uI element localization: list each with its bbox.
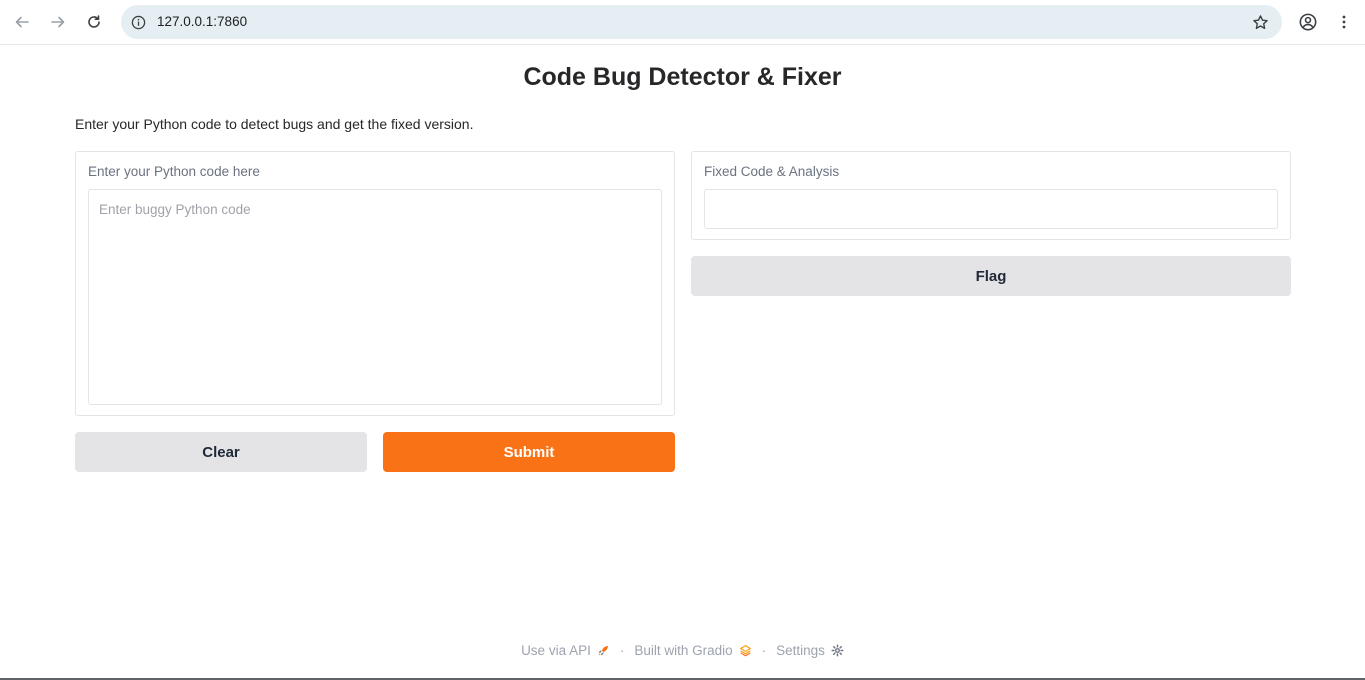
built-with-gradio-label: Built with Gradio (634, 643, 733, 658)
page-title: Code Bug Detector & Fixer (523, 63, 842, 91)
bookmark-star-icon[interactable] (1250, 12, 1270, 32)
built-with-gradio-link[interactable]: Built with Gradio (634, 643, 751, 658)
account-icon (1299, 13, 1317, 31)
gear-icon (831, 644, 844, 657)
forward-button[interactable] (44, 8, 72, 36)
back-button[interactable] (8, 8, 36, 36)
output-label: Fixed Code & Analysis (704, 164, 840, 179)
arrow-left-icon (15, 16, 29, 28)
profile-button[interactable] (1294, 8, 1322, 36)
footer-separator: · (619, 643, 625, 658)
code-input-textarea[interactable]: Enter buggy Python code (88, 189, 662, 405)
gradio-logo-icon (739, 645, 751, 657)
rocket-icon (598, 646, 608, 656)
use-via-api-link[interactable]: Use via API (521, 643, 610, 658)
url-text: 127.0.0.1:7860 (157, 14, 248, 29)
address-bar[interactable]: 127.0.0.1:7860 (121, 5, 1282, 39)
browser-toolbar: 127.0.0.1:7860 (0, 0, 1365, 45)
use-via-api-label: Use via API (521, 643, 591, 658)
settings-label: Settings (776, 643, 825, 658)
app-description: Enter your Python code to detect bugs an… (75, 116, 474, 132)
reload-button[interactable] (80, 8, 108, 36)
submit-button[interactable]: Submit (383, 432, 675, 472)
code-input-label: Enter your Python code here (88, 164, 260, 179)
arrow-right-icon (51, 16, 65, 28)
output-textbox[interactable] (704, 189, 1278, 229)
code-input-placeholder: Enter buggy Python code (99, 202, 251, 217)
settings-link[interactable]: Settings (776, 643, 844, 658)
flag-button[interactable]: Flag (691, 256, 1291, 296)
output-panel: Fixed Code & Analysis (691, 151, 1291, 240)
footer: Use via API · Built with Gradio · Settin… (0, 643, 1365, 658)
clear-button[interactable]: Clear (75, 432, 367, 472)
footer-separator: · (761, 643, 767, 658)
site-info-icon[interactable] (129, 13, 147, 31)
kebab-menu-icon (1342, 15, 1346, 29)
code-input-panel: Enter your Python code here Enter buggy … (75, 151, 675, 416)
browser-menu-button[interactable] (1330, 8, 1358, 36)
reload-icon (88, 15, 100, 28)
